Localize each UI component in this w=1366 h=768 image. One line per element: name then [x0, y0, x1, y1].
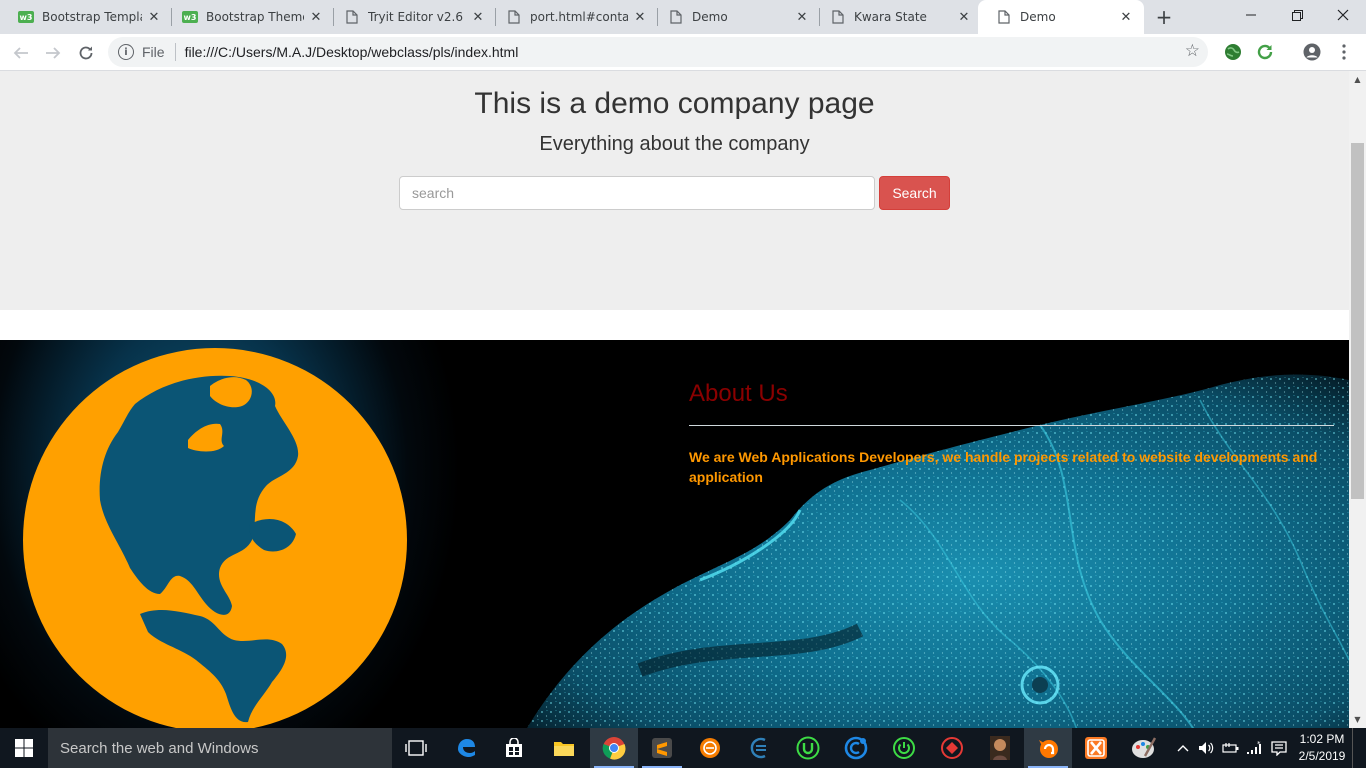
page-icon	[996, 9, 1012, 25]
browser-toolbar: i File file:///C:/Users/M.A.J/Desktop/we…	[0, 34, 1366, 71]
start-button[interactable]	[0, 728, 48, 768]
close-tab-icon[interactable]: ✕	[628, 5, 652, 29]
close-tab-icon[interactable]: ✕	[790, 5, 814, 29]
scheme-label: File	[142, 44, 165, 60]
tab-title: Tryit Editor v2.6	[368, 10, 463, 24]
utorrent-icon[interactable]	[784, 728, 832, 768]
reload-button[interactable]	[72, 39, 100, 67]
game-app-icon[interactable]	[976, 728, 1024, 768]
search-button[interactable]: Search	[879, 176, 950, 210]
forward-button[interactable]	[39, 39, 67, 67]
tab-title: Kwara State	[854, 10, 927, 24]
tab-title: Demo	[1020, 10, 1056, 24]
tab-title: Bootstrap Theme	[206, 10, 304, 24]
taskbar-clock[interactable]: 1:02 PM 2/5/2019	[1296, 731, 1348, 765]
scroll-down-arrow-icon[interactable]: ▼	[1349, 711, 1366, 728]
page-title: This is a demo company page	[474, 87, 875, 120]
bookmark-star-icon[interactable]: ☆	[1185, 41, 1200, 61]
ccleaner-icon[interactable]	[832, 728, 880, 768]
paint-app-icon[interactable]	[1120, 728, 1168, 768]
clock-date: 2/5/2019	[1298, 749, 1346, 763]
page-icon	[506, 9, 522, 25]
url-text[interactable]: file:///C:/Users/M.A.J/Desktop/webclass/…	[185, 44, 519, 60]
close-tab-icon[interactable]: ✕	[142, 5, 166, 29]
minimize-icon	[1246, 14, 1256, 16]
xampp-icon[interactable]	[1072, 728, 1120, 768]
close-tab-icon[interactable]: ✕	[952, 5, 976, 29]
network-wifi-icon[interactable]: *	[1244, 728, 1266, 768]
sublime-text-icon[interactable]	[638, 728, 686, 768]
info-icon[interactable]: i	[118, 44, 134, 60]
about-text: We are Web Applications Developers, we h…	[689, 449, 1318, 485]
file-explorer-icon[interactable]	[540, 728, 588, 768]
page-viewport: This is a demo company page Everything a…	[0, 71, 1349, 728]
volume-icon[interactable]	[1196, 728, 1216, 768]
show-hidden-icons-chevron-icon[interactable]	[1174, 728, 1192, 768]
browser-tab-active[interactable]: Demo ✕	[978, 0, 1144, 34]
page-subtitle: Everything about the company	[539, 133, 810, 155]
about-title: About Us	[689, 380, 788, 407]
close-window-button[interactable]	[1320, 0, 1366, 30]
refresh-extension-icon[interactable]	[1255, 42, 1275, 62]
clock-time: 1:02 PM	[1299, 732, 1345, 746]
omnibox-divider	[174, 43, 176, 61]
battery-power-icon[interactable]	[1220, 728, 1242, 768]
windows-logo-icon	[15, 739, 33, 757]
tab-strip: w3 Bootstrap Templat ✕ w3 Bootstrap Them…	[0, 0, 1366, 34]
tab-title: Demo	[692, 10, 728, 24]
scrollbar-thumb[interactable]	[1351, 143, 1364, 499]
close-tab-icon[interactable]: ✕	[1114, 5, 1138, 29]
store-icon[interactable]	[490, 728, 538, 768]
w3schools-icon: w3	[182, 11, 198, 23]
new-tab-button[interactable]: +	[1150, 5, 1178, 29]
globe-extension-icon[interactable]	[1223, 42, 1243, 62]
w3schools-icon: w3	[18, 11, 34, 23]
reload-icon	[79, 46, 93, 60]
menu-kebab-icon[interactable]	[1334, 42, 1354, 62]
notifications-icon[interactable]	[1268, 728, 1290, 768]
browser-tab[interactable]: port.html#contact ✕	[488, 0, 658, 34]
vertical-scrollbar[interactable]: ▲ ▼	[1349, 71, 1366, 728]
jumbotron: This is a demo company page Everything a…	[0, 71, 1349, 310]
windows-taskbar: Search the web and Windows * 1:02 PM 2/5…	[0, 728, 1366, 768]
page-icon	[344, 9, 360, 25]
page-icon	[668, 9, 684, 25]
close-tab-icon[interactable]: ✕	[304, 5, 328, 29]
about-divider	[689, 425, 1334, 426]
browser-tab[interactable]: w3 Bootstrap Theme ✕	[164, 0, 334, 34]
taskbar-search[interactable]: Search the web and Windows	[48, 728, 392, 768]
browser-tab[interactable]: w3 Bootstrap Templat ✕	[0, 0, 172, 34]
restore-button[interactable]	[1274, 0, 1320, 30]
globe-icon	[23, 348, 407, 728]
svg-text:*: *	[1257, 741, 1261, 748]
back-button[interactable]	[7, 39, 35, 67]
avast-icon[interactable]	[1024, 728, 1072, 768]
tab-title: Bootstrap Templat	[42, 10, 142, 24]
edge-browser-icon[interactable]	[442, 728, 490, 768]
forward-arrow-icon	[46, 47, 61, 59]
back-arrow-icon	[13, 47, 28, 59]
browser-tab[interactable]: Kwara State ✕	[812, 0, 982, 34]
profile-avatar-icon[interactable]	[1302, 42, 1322, 62]
scroll-up-arrow-icon[interactable]: ▲	[1349, 71, 1366, 88]
close-icon	[1337, 9, 1349, 21]
minimize-button[interactable]	[1228, 0, 1274, 30]
browser-tab[interactable]: Tryit Editor v2.6 ✕	[326, 0, 496, 34]
browser-tab[interactable]: Demo ✕	[650, 0, 820, 34]
show-desktop-button[interactable]	[1352, 728, 1366, 768]
about-section: About Us We are Web Applications Develop…	[0, 340, 1349, 728]
page-icon	[830, 9, 846, 25]
power-app-icon[interactable]	[880, 728, 928, 768]
orange-app-icon[interactable]	[686, 728, 734, 768]
restore-icon	[1291, 9, 1303, 21]
red-app-icon[interactable]	[928, 728, 976, 768]
address-bar[interactable]: i File file:///C:/Users/M.A.J/Desktop/we…	[108, 37, 1208, 67]
eclipse-icon[interactable]	[736, 728, 784, 768]
search-input[interactable]	[399, 176, 875, 210]
close-tab-icon[interactable]: ✕	[466, 5, 490, 29]
task-view-icon[interactable]	[392, 728, 440, 768]
tab-title: port.html#contact	[530, 10, 628, 24]
chrome-icon[interactable]	[590, 728, 638, 768]
